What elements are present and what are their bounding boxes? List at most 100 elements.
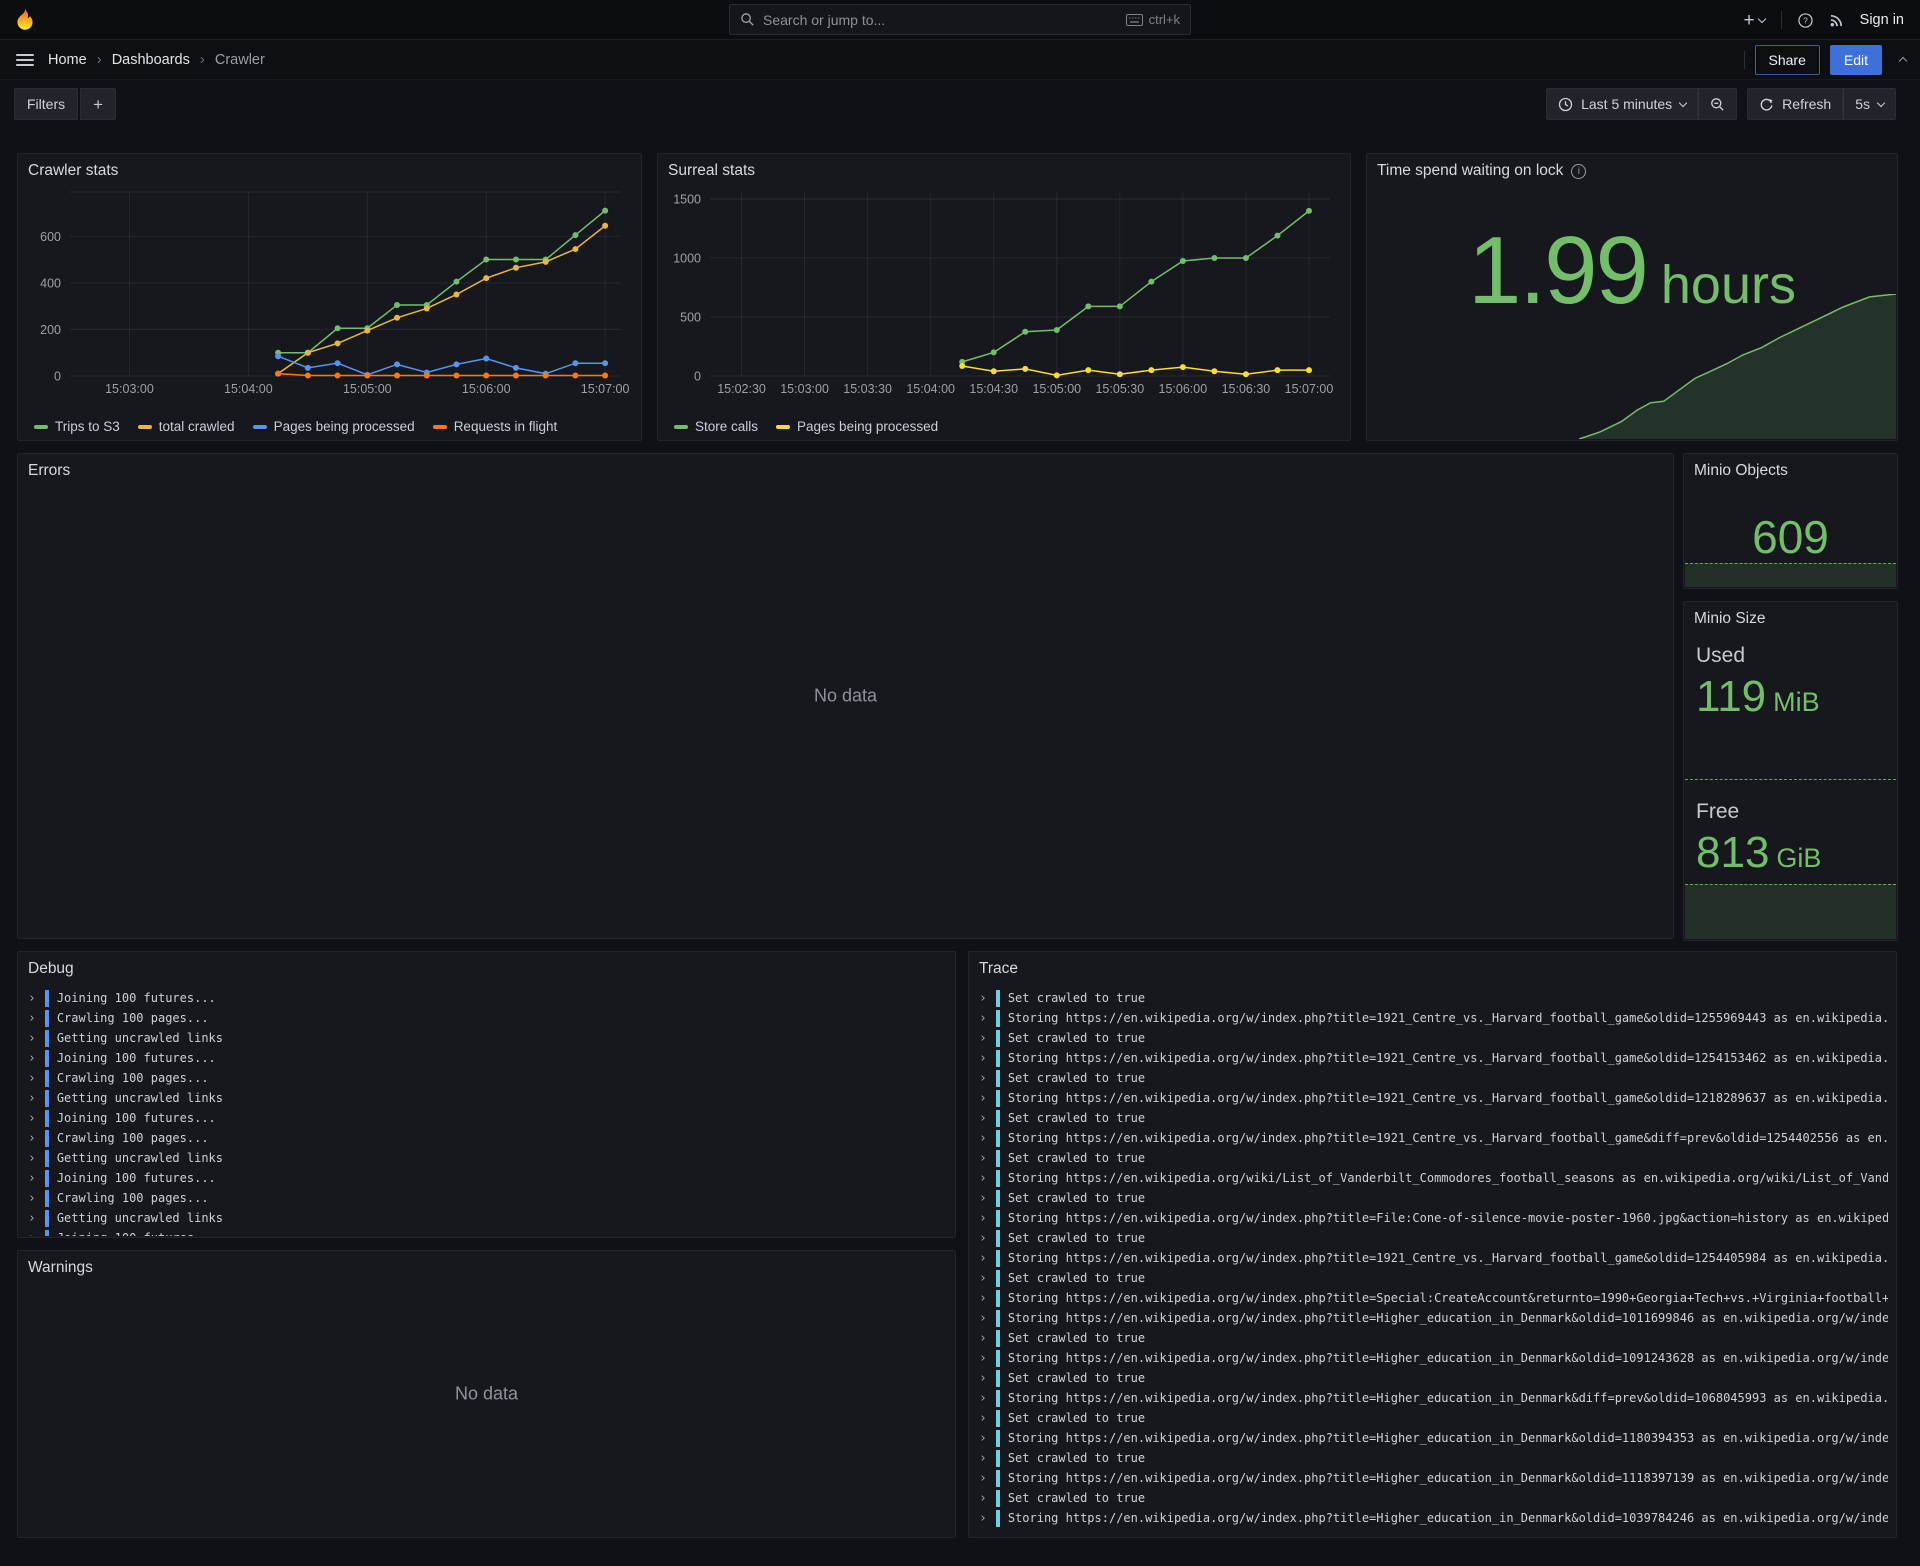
log-level-bar (996, 1410, 1000, 1427)
log-row[interactable]: Getting uncrawled links (28, 1028, 947, 1048)
log-row[interactable]: Joining 100 futures... (28, 988, 947, 1008)
log-row[interactable]: Storing https://en.wikipedia.org/w/index… (979, 1288, 1888, 1308)
legend-item[interactable]: Requests in flight (433, 419, 558, 434)
log-level-bar (45, 1130, 49, 1147)
log-row[interactable]: Joining 100 futures... (28, 1228, 947, 1236)
panel-title[interactable]: Trace (979, 960, 1018, 978)
surreal-stats-chart[interactable]: 05001000150015:02:3015:03:0015:03:3015:0… (666, 184, 1344, 400)
log-text: Crawling 100 pages... (57, 1011, 209, 1025)
svg-text:?: ? (1803, 15, 1808, 25)
log-row[interactable]: Storing https://en.wikipedia.org/w/index… (979, 1008, 1888, 1028)
legend-item[interactable]: total crawled (138, 419, 235, 434)
clock-icon (1558, 97, 1573, 112)
help-button[interactable]: ? (1798, 13, 1813, 28)
log-row[interactable]: Set crawled to true (979, 1028, 1888, 1048)
share-button[interactable]: Share (1755, 45, 1820, 75)
log-row[interactable]: Crawling 100 pages... (28, 1008, 947, 1028)
log-row[interactable]: Set crawled to true (979, 1188, 1888, 1208)
panel-title[interactable]: Minio Size (1694, 610, 1766, 628)
log-row[interactable]: Set crawled to true (979, 1328, 1888, 1348)
edit-button[interactable]: Edit (1830, 45, 1882, 75)
log-row[interactable]: Storing https://en.wikipedia.org/w/index… (979, 1128, 1888, 1148)
panel-title[interactable]: Crawler stats (28, 162, 118, 180)
add-filter-button[interactable]: + (80, 88, 116, 120)
log-row[interactable]: Set crawled to true (979, 1488, 1888, 1508)
svg-text:1000: 1000 (673, 252, 701, 266)
log-text: Set crawled to true (1008, 1111, 1145, 1125)
log-row[interactable]: Storing https://en.wikipedia.org/w/index… (979, 1208, 1888, 1228)
log-row[interactable]: Storing https://en.wikipedia.org/w/index… (979, 1048, 1888, 1068)
log-row[interactable]: Set crawled to true (979, 988, 1888, 1008)
log-row[interactable]: Set crawled to true (979, 1368, 1888, 1388)
svg-text:500: 500 (680, 311, 701, 325)
panel-title[interactable]: Time spend waiting on lock i (1377, 162, 1586, 180)
panel-lock-wait: Time spend waiting on lock i 1.99hours (1366, 153, 1898, 441)
log-row[interactable]: Set crawled to true (979, 1268, 1888, 1288)
log-row[interactable]: Joining 100 futures... (28, 1108, 947, 1128)
search-input[interactable]: Search or jump to... ctrl+k (729, 4, 1191, 35)
log-row[interactable]: Joining 100 futures... (28, 1168, 947, 1188)
log-text: Storing https://en.wikipedia.org/w/index… (1008, 1131, 1888, 1145)
log-row[interactable]: Set crawled to true (979, 1448, 1888, 1468)
panel-title[interactable]: Minio Objects (1694, 462, 1788, 480)
filters-button[interactable]: Filters (14, 88, 78, 120)
panel-title[interactable]: Warnings (28, 1259, 93, 1277)
log-level-bar (996, 1190, 1000, 1207)
panel-title[interactable]: Debug (28, 960, 74, 978)
log-row[interactable]: Getting uncrawled links (28, 1088, 947, 1108)
log-level-bar (45, 1170, 49, 1187)
log-level-bar (996, 1330, 1000, 1347)
log-row[interactable]: Storing https://en.wikipedia.org/w/index… (979, 1348, 1888, 1368)
log-row[interactable]: Crawling 100 pages... (28, 1128, 947, 1148)
log-row[interactable]: Storing https://en.wikipedia.org/w/index… (979, 1308, 1888, 1328)
log-text: Set crawled to true (1008, 1071, 1145, 1085)
sign-in-button[interactable]: Sign in (1860, 12, 1904, 28)
log-row[interactable]: Set crawled to true (979, 1228, 1888, 1248)
grafana-logo-icon[interactable] (12, 7, 38, 33)
log-text: Set crawled to true (1008, 991, 1145, 1005)
legend-item[interactable]: Store calls (674, 419, 758, 434)
chevron-up-icon[interactable] (1899, 57, 1907, 65)
log-level-bar (996, 1010, 1000, 1027)
log-row[interactable]: Set crawled to true (979, 1068, 1888, 1088)
log-level-bar (45, 1150, 49, 1167)
log-level-bar (45, 1110, 49, 1127)
legend-item[interactable]: Pages being processed (253, 419, 415, 434)
log-row[interactable]: Crawling 100 pages... (28, 1188, 947, 1208)
log-row[interactable]: Storing https://en.wikipedia.org/w/index… (979, 1508, 1888, 1528)
log-row[interactable]: Getting uncrawled links (28, 1148, 947, 1168)
log-row[interactable]: Set crawled to true (979, 1148, 1888, 1168)
panel-title[interactable]: Errors (28, 462, 70, 480)
news-button[interactable] (1829, 13, 1844, 28)
log-row[interactable]: Joining 100 futures... (28, 1048, 947, 1068)
svg-text:15:07:00: 15:07:00 (1285, 382, 1334, 396)
breadcrumb-dashboards[interactable]: Dashboards (112, 52, 190, 68)
zoom-out-button[interactable] (1698, 88, 1737, 120)
divider (1781, 11, 1782, 29)
legend-item[interactable]: Pages being processed (776, 419, 938, 434)
menu-toggle-icon[interactable] (16, 54, 34, 66)
log-row[interactable]: Storing https://en.wikipedia.org/w/index… (979, 1468, 1888, 1488)
log-row[interactable]: Storing https://en.wikipedia.org/w/index… (979, 1088, 1888, 1108)
add-new-button[interactable]: + (1744, 11, 1765, 30)
log-row[interactable]: Storing https://en.wikipedia.org/w/index… (979, 1428, 1888, 1448)
time-range-picker[interactable]: Last 5 minutes (1546, 88, 1698, 120)
legend-item[interactable]: Trips to S3 (34, 419, 120, 434)
crawler-stats-chart[interactable]: 020040060015:03:0015:04:0015:05:0015:06:… (26, 184, 635, 400)
panel-title[interactable]: Surreal stats (668, 162, 755, 180)
log-row[interactable]: Storing https://en.wikipedia.org/wiki/Li… (979, 1168, 1888, 1188)
log-row[interactable]: Set crawled to true (979, 1108, 1888, 1128)
panel-errors: Errors No data (17, 453, 1674, 939)
log-row[interactable]: Crawling 100 pages... (28, 1068, 947, 1088)
refresh-interval-picker[interactable]: 5s (1843, 88, 1896, 120)
log-row[interactable]: Getting uncrawled links (28, 1208, 947, 1228)
panel-minio-size: Minio Size Used 119MiB Free 813GiB (1683, 601, 1898, 941)
log-row[interactable]: Storing https://en.wikipedia.org/w/index… (979, 1248, 1888, 1268)
legend-swatch (674, 425, 688, 429)
log-row[interactable]: Set crawled to true (979, 1408, 1888, 1428)
info-icon[interactable]: i (1571, 164, 1586, 179)
breadcrumb-home[interactable]: Home (48, 52, 87, 68)
log-row[interactable]: Storing https://en.wikipedia.org/w/index… (979, 1388, 1888, 1408)
svg-text:200: 200 (40, 323, 61, 337)
refresh-button[interactable]: Refresh (1747, 88, 1843, 120)
